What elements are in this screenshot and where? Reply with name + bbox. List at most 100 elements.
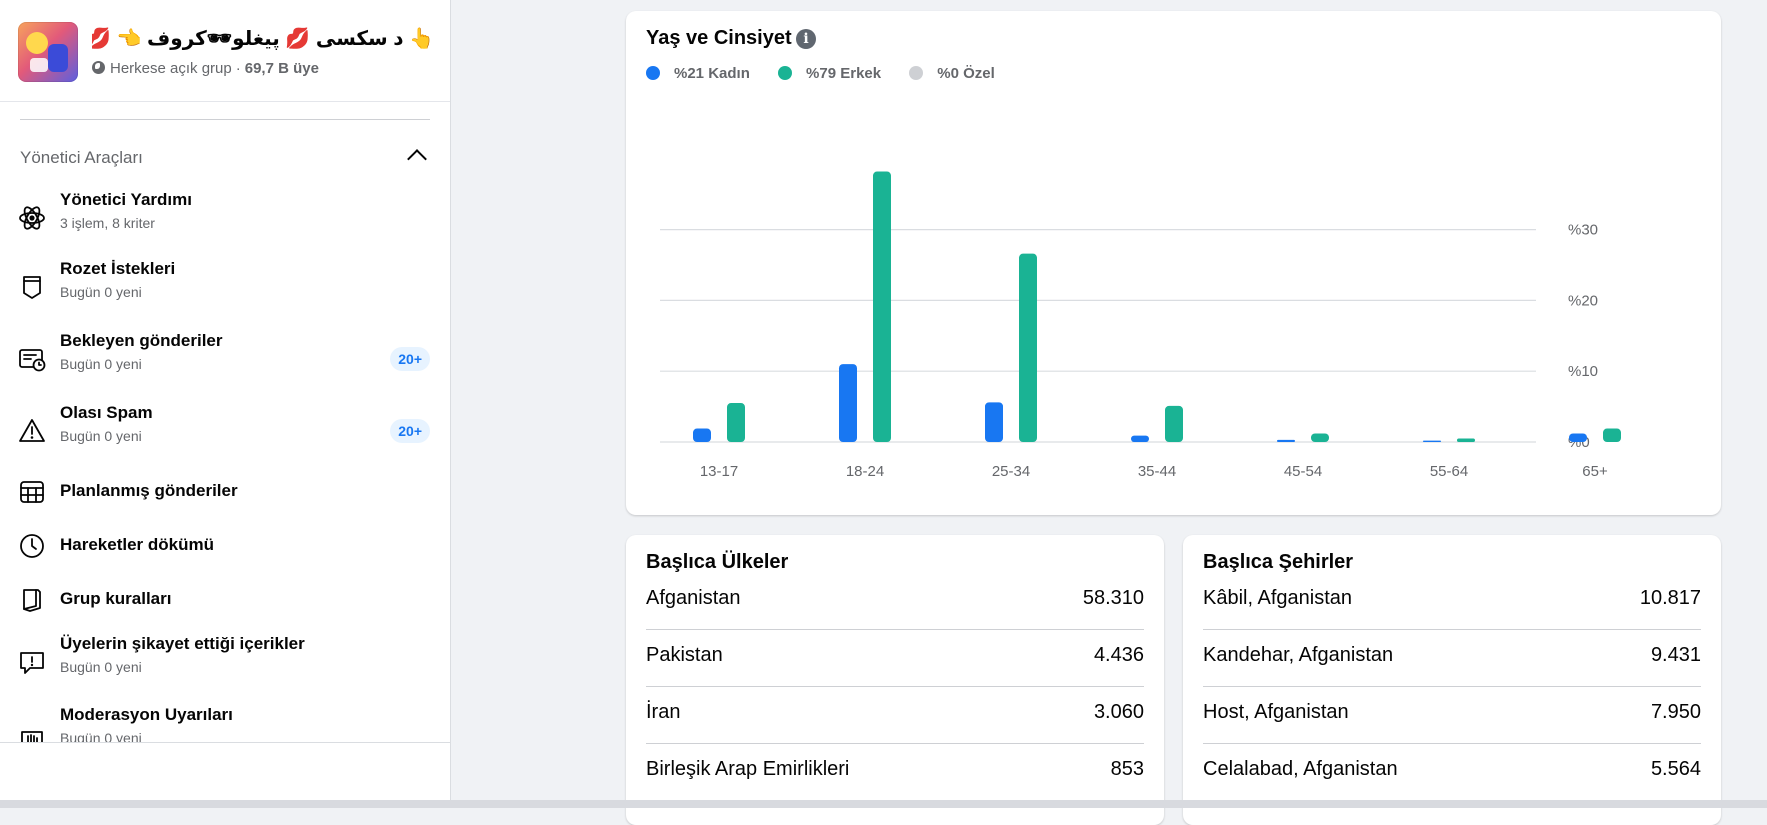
bar-female — [1131, 435, 1149, 442]
menu-item-title: Bekleyen gönderiler — [60, 331, 223, 350]
city-count: 9.431 — [1650, 644, 1701, 666]
chevron-up-icon[interactable] — [407, 149, 427, 169]
top-cities-title: Başlıca Şehirler — [1203, 551, 1354, 573]
badge-request-icon — [23, 276, 41, 299]
clock-icon — [20, 534, 44, 558]
x-tick-label: 13-17 — [700, 463, 738, 480]
bar-female — [1423, 440, 1441, 442]
menu-item-title: Olası Spam — [60, 403, 153, 422]
top-countries-title: Başlıca Ülkeler — [646, 551, 789, 573]
city-row: Host, Afganistan 7.950 — [1203, 687, 1701, 744]
bar-male — [1019, 253, 1037, 442]
city-name: Host, Afganistan — [1203, 701, 1349, 723]
admin-tools-title: Yönetici Araçları — [20, 148, 143, 167]
age-gender-chart: %0%10%20%3013-17 18-24 25-34 35-44 45-54 55-6… — [660, 171, 1621, 480]
pending-posts-icon — [19, 349, 46, 372]
country-count: 58.310 — [1082, 587, 1144, 609]
group-avatar[interactable] — [18, 22, 78, 82]
bar-female — [1569, 433, 1587, 442]
menu-item-badge-requests[interactable]: Rozet İstekleri Bugün 0 yeni — [18, 259, 430, 315]
menu-item-subtitle: 3 işlem, 8 kriter — [60, 215, 155, 231]
top-countries-card: Başlıca Ülkeler Afganistan 58.310 Pakist… — [626, 535, 1164, 825]
sidebar-footer — [0, 742, 450, 800]
pending-count-badge: 20+ — [390, 347, 430, 371]
calendar-grid-icon — [20, 481, 44, 503]
menu-item-pending-posts[interactable]: Bekleyen gönderiler Bugün 0 yeni 20+ — [18, 331, 430, 387]
bar-female — [985, 402, 1003, 442]
section-divider — [20, 119, 430, 120]
group-privacy: Herkese açık grup — [110, 60, 232, 77]
x-tick-label: 25-34 — [992, 463, 1030, 480]
group-meta: Herkese açık grup · 69,7 B üye — [92, 60, 319, 77]
city-name: Celalabad, Afganistan — [1203, 758, 1398, 780]
country-name: Pakistan — [646, 644, 723, 666]
menu-item-member-reported[interactable]: Üyelerin şikayet ettiği içerikler Bugün … — [18, 634, 430, 690]
top-cities-card: Başlıca Şehirler Kâbil, Afganistan 10.81… — [1183, 535, 1721, 825]
menu-item-title: Yönetici Yardımı — [60, 190, 192, 209]
city-row: Kandehar, Afganistan 9.431 — [1203, 630, 1701, 687]
meta-separator: · — [235, 60, 241, 77]
country-name: Birleşik Arap Emirlikleri — [646, 758, 850, 780]
country-name: İran — [646, 701, 681, 723]
menu-item-subtitle: Bugün 0 yeni — [60, 428, 142, 444]
menu-item-title: Moderasyon Uyarıları — [60, 705, 233, 724]
bar-male — [727, 403, 745, 442]
admin-sidebar: 👆 د سکسی 💋 پیغلو🕶کروف 👈 💋 Herkese açık g… — [0, 0, 451, 800]
country-count: 4.436 — [1093, 644, 1144, 666]
menu-item-title: Rozet İstekleri — [60, 259, 176, 278]
bar-male — [1311, 433, 1329, 442]
menu-item-group-rules[interactable]: Grup kuralları — [18, 572, 430, 628]
city-name: Kandehar, Afganistan — [1203, 644, 1394, 666]
x-tick-label: 18-24 — [846, 463, 884, 480]
x-tick-label: 65+ — [1582, 463, 1608, 480]
country-row: İran 3.060 — [646, 687, 1144, 744]
country-row: Pakistan 4.436 — [646, 630, 1144, 687]
menu-item-title: Hareketler dökümü — [60, 535, 214, 554]
group-members: 69,7 B üye — [244, 60, 319, 77]
bar-male — [1603, 428, 1621, 442]
city-count: 5.564 — [1650, 758, 1701, 780]
country-row: Afganistan 58.310 — [646, 573, 1144, 630]
menu-item-scheduled-posts[interactable]: Planlanmış gönderiler — [18, 464, 430, 520]
menu-item-title: Grup kuralları — [60, 589, 172, 608]
globe-icon — [92, 61, 105, 74]
admin-assist-icon — [19, 206, 45, 230]
bar-male — [873, 171, 891, 442]
menu-item-title: Üyelerin şikayet ettiği içerikler — [60, 634, 305, 653]
y-tick-label: %30 — [1568, 222, 1598, 239]
y-tick-label: %10 — [1568, 363, 1598, 380]
admin-tools-header[interactable]: Yönetici Araçları — [20, 140, 430, 174]
country-row: Birleşik Arap Emirlikleri 853 — [646, 744, 1144, 800]
warning-icon — [19, 419, 45, 442]
menu-item-possible-spam[interactable]: Olası Spam Bugün 0 yeni 20+ — [18, 403, 430, 459]
y-tick-label: %20 — [1568, 292, 1598, 309]
city-row: Celalabad, Afganistan 5.564 — [1203, 744, 1701, 800]
city-row: Kâbil, Afganistan 10.817 — [1203, 573, 1701, 630]
city-count: 10.817 — [1639, 587, 1701, 609]
menu-item-admin-assist[interactable]: Yönetici Yardımı 3 işlem, 8 kriter — [18, 190, 430, 246]
bar-female — [839, 364, 857, 442]
country-count: 853 — [1110, 758, 1144, 780]
bar-female — [693, 428, 711, 442]
bottom-scrollbar[interactable] — [0, 800, 1767, 808]
menu-item-title: Planlanmış gönderiler — [60, 481, 238, 500]
bar-male — [1165, 405, 1183, 442]
x-tick-label: 45-54 — [1284, 463, 1322, 480]
group-header[interactable]: 👆 د سکسی 💋 پیغلو🕶کروف 👈 💋 Herkese açık g… — [18, 22, 434, 86]
city-name: Kâbil, Afganistan — [1203, 587, 1352, 609]
bar-male — [1457, 438, 1475, 442]
group-name[interactable]: 👆 د سکسی 💋 پیغلو🕶کروف 👈 💋 — [92, 26, 434, 54]
x-tick-label: 55-64 — [1430, 463, 1468, 480]
menu-item-subtitle: Bugün 0 yeni — [60, 356, 142, 372]
rules-book-icon — [23, 589, 41, 612]
menu-item-subtitle: Bugün 0 yeni — [60, 284, 142, 300]
country-count: 3.060 — [1093, 701, 1144, 723]
header-divider — [0, 101, 450, 102]
menu-item-activity-log[interactable]: Hareketler dökümü — [18, 518, 430, 574]
city-count: 7.950 — [1650, 701, 1701, 723]
x-tick-label: 35-44 — [1138, 463, 1176, 480]
age-gender-card: Yaş ve Cinsiyet i %21 Kadın %79 Erkek %0… — [626, 11, 1721, 515]
spam-count-badge: 20+ — [390, 419, 430, 443]
menu-item-subtitle: Bugün 0 yeni — [60, 659, 142, 675]
bar-female — [1277, 439, 1295, 442]
